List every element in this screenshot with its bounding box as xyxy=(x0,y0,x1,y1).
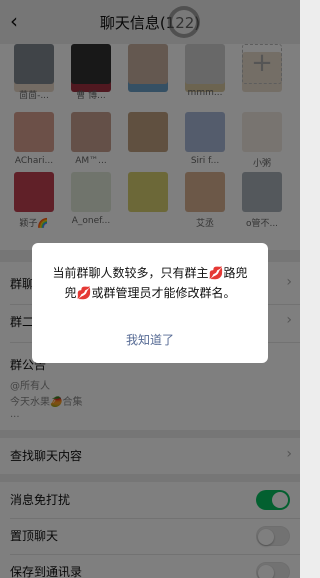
dialog-message: 当前群聊人数较多，只有群主💋路兜兜💋或群管理员才能修改群名。 xyxy=(52,266,248,300)
alert-dialog: 当前群聊人数较多，只有群主💋路兜兜💋或群管理员才能修改群名。 我知道了 xyxy=(32,243,268,363)
dialog-ok-button[interactable]: 我知道了 xyxy=(32,331,268,348)
